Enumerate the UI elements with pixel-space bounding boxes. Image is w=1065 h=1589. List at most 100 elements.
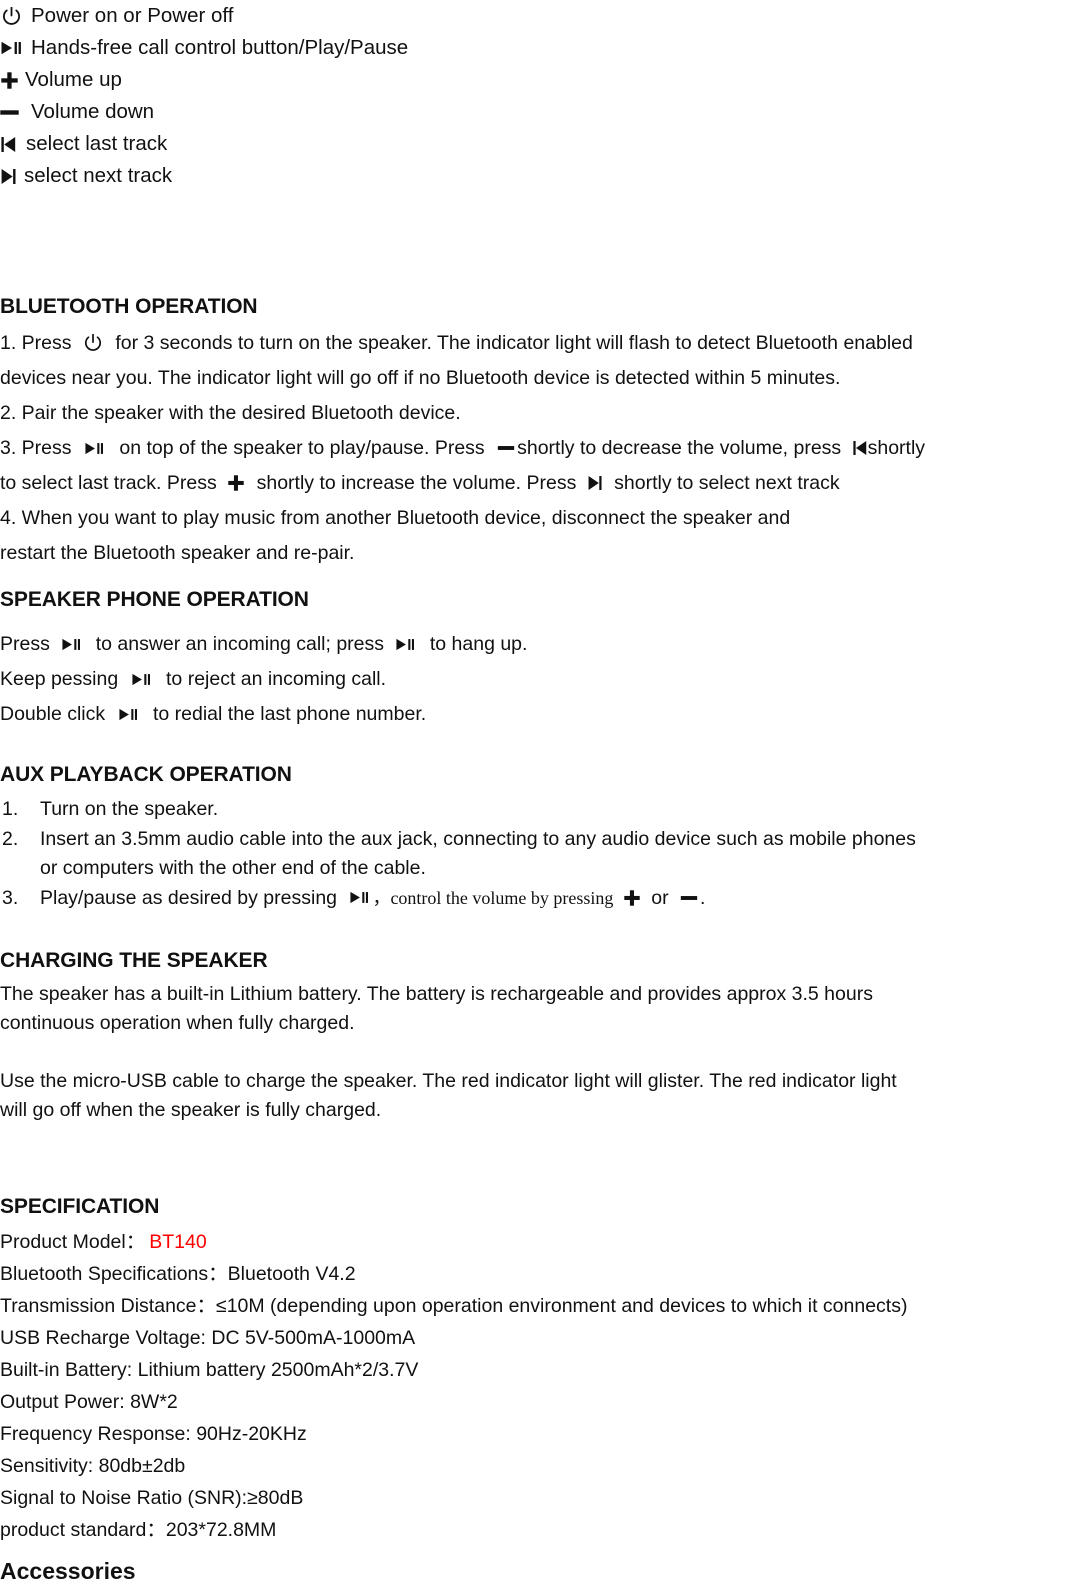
list-text: or computers with the other end of the c… xyxy=(40,857,426,879)
minus-icon xyxy=(497,444,516,453)
play-pause-icon xyxy=(396,638,417,652)
line1-text-c: to hang up. xyxy=(429,633,528,655)
spec-usb-recharge-voltage: USB Recharge Voltage: DC 5V-500mA-1000mA xyxy=(0,1327,416,1349)
legend-label: select last track xyxy=(26,132,168,155)
bluetooth-step-4-cont: restart the Bluetooth speaker and re-pai… xyxy=(0,542,355,564)
list-text: Insert an 3.5mm audio cable into the aux… xyxy=(40,827,916,850)
list-text: Play/pause as desired by pressing xyxy=(40,886,338,909)
power-icon xyxy=(2,6,21,26)
line2-text-b: to reject an incoming call. xyxy=(166,668,387,690)
spec-frequency-response: Frequency Response: 90Hz-20KHz xyxy=(0,1423,307,1445)
power-icon xyxy=(84,334,103,353)
spec-label: Product Model： xyxy=(0,1231,146,1253)
aux-step3-or: or xyxy=(651,886,669,909)
line2-text-a: Keep pessing xyxy=(0,668,119,690)
list-item: 2. Insert an 3.5mm audio cable into the … xyxy=(0,825,1065,855)
legend-item-power: Power on or Power off xyxy=(0,0,1065,32)
play-pause-icon xyxy=(85,442,106,456)
bluetooth-operation-body: 1. Press for 3 seconds to turn on the sp… xyxy=(0,326,1065,571)
bluetooth-step-3-cont: to select last track. Press shortly to i… xyxy=(0,466,1065,501)
spec-product-model: Product Model： BT140 xyxy=(0,1226,1065,1258)
bluetooth-operation-heading: BLUETOOTH OPERATION xyxy=(0,295,258,318)
line3-text-a: Double click xyxy=(0,703,106,725)
list-item: 3. Play/pause as desired by pressing ，co… xyxy=(0,884,1065,914)
plus-icon xyxy=(1,71,18,89)
legend-label: select next track xyxy=(24,164,173,187)
step3-text-g: shortly to select next track xyxy=(614,472,840,494)
plus-icon xyxy=(228,475,245,492)
spec-sensitivity: Sensitivity: 80db±2db xyxy=(0,1455,186,1477)
legend-label: Hands-free call control button/Play/Paus… xyxy=(31,36,409,59)
legend-label: Volume down xyxy=(31,100,155,123)
aux-playback-operation-heading: AUX PLAYBACK OPERATION xyxy=(0,763,292,786)
charging-para2-line1: Use the micro-USB cable to charge the sp… xyxy=(0,1070,897,1092)
speaker-phone-operation-heading: SPEAKER PHONE OPERATION xyxy=(0,588,309,611)
spec-value-product-model: BT140 xyxy=(149,1231,207,1253)
legend-item-volume-down: Volume down xyxy=(0,96,1065,128)
bluetooth-step-2: 2. Pair the speaker with the desired Blu… xyxy=(0,402,461,424)
play-pause-icon xyxy=(1,41,22,55)
cjk-comma: ， xyxy=(372,887,391,908)
legend-item-volume-up: Volume up xyxy=(0,64,1065,96)
speaker-phone-line-2: Keep pessing to reject an incoming call. xyxy=(0,662,1065,697)
minus-icon xyxy=(680,894,699,903)
legend-item-play-pause: Hands-free call control button/Play/Paus… xyxy=(0,32,1065,64)
minus-icon xyxy=(0,108,19,117)
speaker-phone-operation-body: Press to answer an incoming call; press … xyxy=(0,627,1065,732)
step3-text-e: to select last track. Press xyxy=(0,472,217,494)
spec-built-in-battery: Built-in Battery: Lithium battery 2500mA… xyxy=(0,1359,419,1381)
next-track-icon xyxy=(1,168,16,185)
accessories-heading: Accessories xyxy=(0,1558,136,1584)
play-pause-icon xyxy=(62,638,83,652)
list-item-continuation: or computers with the other end of the c… xyxy=(0,854,1065,884)
spec-output-power: Output Power: 8W*2 xyxy=(0,1391,178,1413)
line3-text-b: to redial the last phone number. xyxy=(152,703,427,725)
speaker-phone-line-1: Press to answer an incoming call; press … xyxy=(0,627,1065,662)
aux-playback-steps: 1. Turn on the speaker. 2. Insert an 3.5… xyxy=(0,795,1065,913)
specification-heading: SPECIFICATION xyxy=(0,1195,160,1218)
list-number: 3. xyxy=(2,886,19,909)
step3-text-d: shortly xyxy=(867,437,926,459)
play-pause-icon xyxy=(119,708,140,722)
charging-the-speaker-heading: CHARGING THE SPEAKER xyxy=(0,949,268,972)
bluetooth-step-3: 3. Press on top of the speaker to play/p… xyxy=(0,431,1065,466)
aux-step3-period: . xyxy=(700,886,706,909)
bluetooth-step-4: 4. When you want to play music from anot… xyxy=(0,507,791,529)
step1-text-a: 1. Press xyxy=(0,332,72,354)
spec-transmission-distance: Transmission Distance：≤10M (depending up… xyxy=(0,1295,908,1317)
speaker-phone-line-3: Double click to redial the last phone nu… xyxy=(0,697,1065,732)
charging-para1-line2: continuous operation when fully charged. xyxy=(0,1012,355,1034)
spec-product-standard: product standard：203*72.8MM xyxy=(0,1519,277,1541)
step3-text-b: on top of the speaker to play/pause. Pre… xyxy=(119,437,485,459)
previous-track-icon xyxy=(1,136,16,153)
bluetooth-step-1: 1. Press for 3 seconds to turn on the sp… xyxy=(0,326,1065,361)
charging-para1-line1: The speaker has a built-in Lithium batte… xyxy=(0,983,873,1005)
legend-label: Power on or Power off xyxy=(31,4,234,27)
list-text: Turn on the speaker. xyxy=(40,798,219,820)
bluetooth-step-1-cont: devices near you. The indicator light wi… xyxy=(0,367,841,389)
legend-item-next-track: select next track xyxy=(0,160,1065,192)
next-track-icon xyxy=(588,475,603,492)
play-pause-icon xyxy=(350,891,371,905)
spec-bluetooth-specifications: Bluetooth Specifications：Bluetooth V4.2 xyxy=(0,1263,356,1285)
line1-text-b: to answer an incoming call; press xyxy=(95,633,385,655)
aux-step3-serif-text: control the volume by pressing xyxy=(390,887,614,908)
list-item: 1. Turn on the speaker. xyxy=(0,795,1065,825)
play-pause-icon xyxy=(132,673,153,687)
specification-body: Product Model： BT140 Bluetooth Specificat… xyxy=(0,1226,1065,1546)
step3-text-c: shortly to decrease the volume, press xyxy=(517,437,842,459)
previous-track-icon xyxy=(852,440,868,457)
step1-text-b: for 3 seconds to turn on the speaker. Th… xyxy=(115,332,913,354)
list-number: 1. xyxy=(2,798,19,820)
button-legend-list: Power on or Power off Hands-free call co… xyxy=(0,0,1065,192)
plus-icon xyxy=(624,890,641,907)
line1-text-a: Press xyxy=(0,633,50,655)
step3-text-a: 3. Press xyxy=(0,437,72,459)
list-number: 2. xyxy=(2,827,19,850)
step3-text-f: shortly to increase the volume. Press xyxy=(256,472,577,494)
spec-signal-to-noise-ratio: Signal to Noise Ratio (SNR):≥80dB xyxy=(0,1487,304,1509)
legend-item-previous-track: select last track xyxy=(0,128,1065,160)
charging-the-speaker-body: The speaker has a built-in Lithium batte… xyxy=(0,980,1065,1125)
charging-para2-line2: will go off when the speaker is fully ch… xyxy=(0,1099,382,1121)
legend-label: Volume up xyxy=(25,68,122,91)
